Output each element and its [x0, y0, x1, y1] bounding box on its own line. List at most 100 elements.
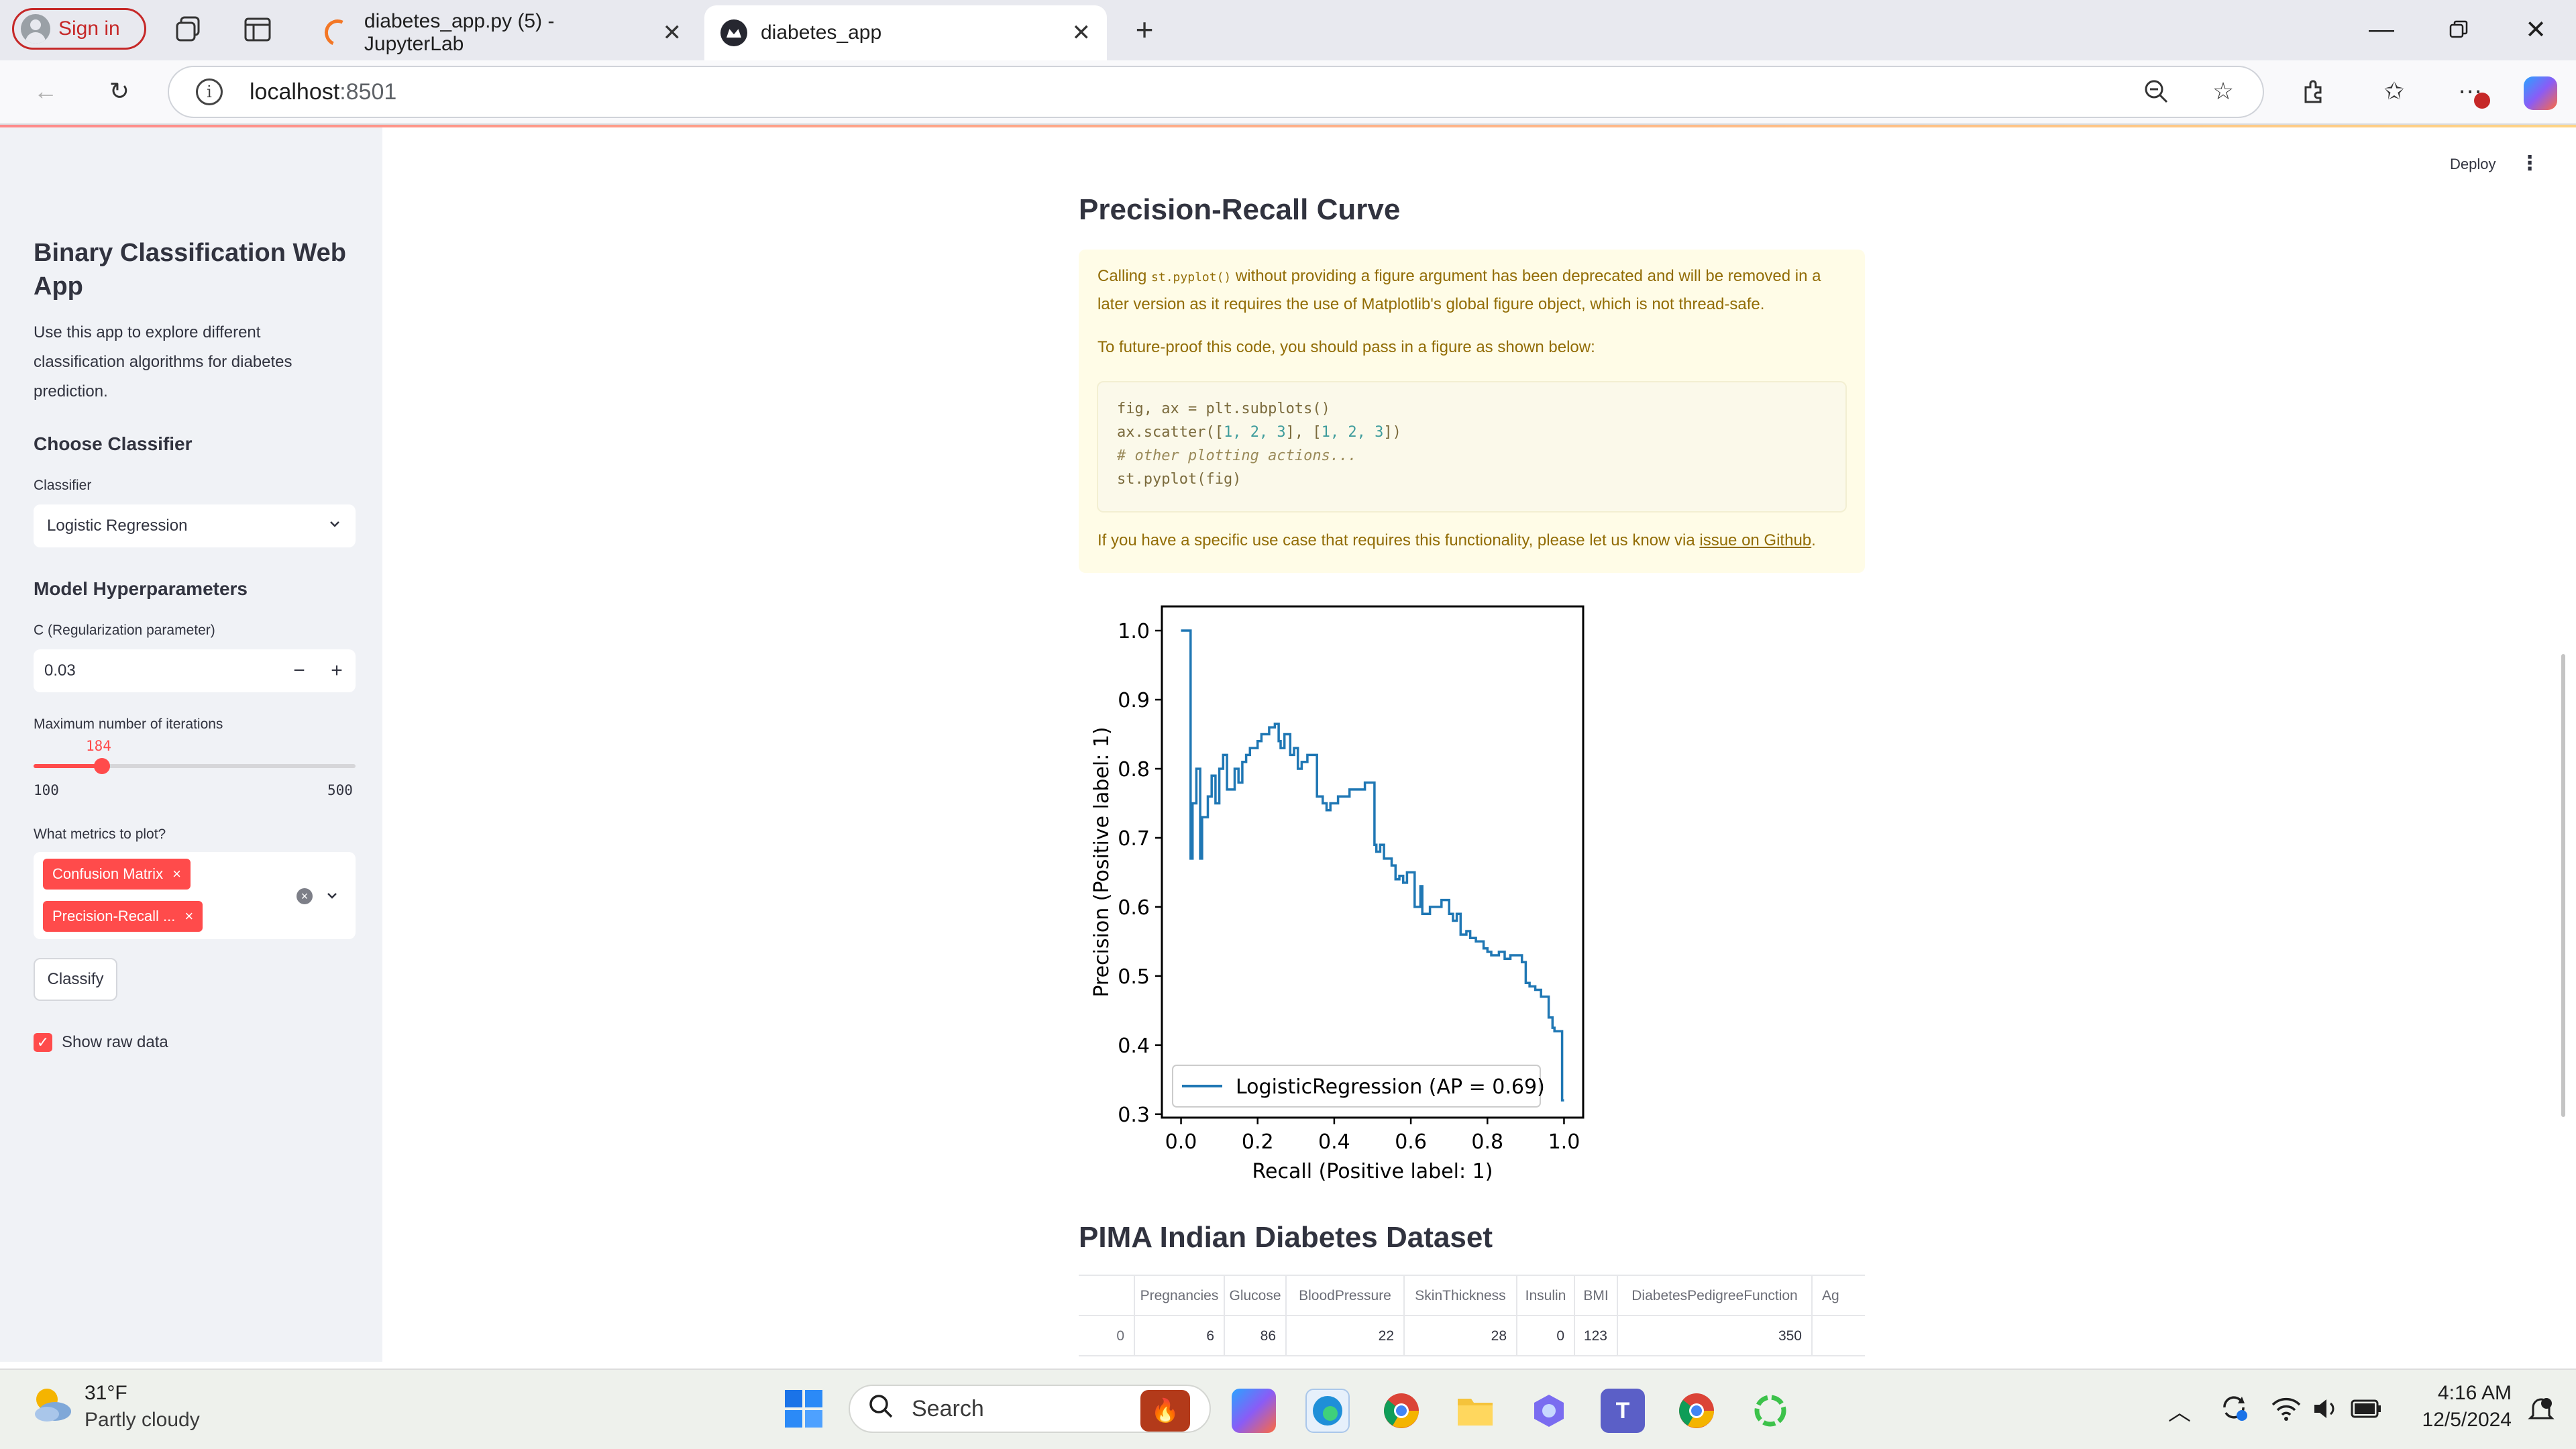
- metric-tag-confusion-matrix[interactable]: Confusion Matrix ×: [43, 859, 191, 890]
- table-cell[interactable]: 6: [1135, 1316, 1225, 1356]
- battery-icon[interactable]: [2351, 1397, 2383, 1424]
- close-icon[interactable]: ✕: [1072, 19, 1091, 46]
- minimize-icon[interactable]: —: [2355, 9, 2408, 50]
- raw-data-table[interactable]: Pregnancies Glucose BloodPressure SkinTh…: [1079, 1275, 1865, 1360]
- column-header[interactable]: BloodPressure: [1287, 1276, 1405, 1316]
- column-header[interactable]: Glucose: [1225, 1276, 1287, 1316]
- metric-tag-label: Confusion Matrix: [52, 865, 164, 882]
- url-text: localhost:8501: [250, 78, 397, 105]
- table-cell[interactable]: [1813, 1316, 1865, 1356]
- y-tick-label: 0.5: [1118, 965, 1150, 989]
- copilot-icon[interactable]: [2524, 76, 2557, 110]
- column-header[interactable]: BMI: [1575, 1276, 1618, 1316]
- classifier-select[interactable]: Logistic Regression: [34, 504, 356, 547]
- notification-badge-icon: [2474, 93, 2490, 109]
- sidebar-description: Use this app to explore different classi…: [34, 323, 292, 400]
- close-window-icon[interactable]: ✕: [2509, 9, 2563, 50]
- column-header[interactable]: [1079, 1276, 1135, 1316]
- tab-jupyterlab[interactable]: diabetes_app.py (5) - JupyterLab ✕: [309, 5, 698, 60]
- y-tick-label: 0.7: [1118, 827, 1150, 851]
- column-header[interactable]: SkinThickness: [1405, 1276, 1517, 1316]
- classify-button[interactable]: Classify: [34, 958, 117, 1001]
- increment-button[interactable]: +: [318, 659, 356, 682]
- c-param-value[interactable]: 0.03: [34, 661, 280, 680]
- column-header[interactable]: Ag: [1813, 1276, 1865, 1316]
- x-tick-label: 0.0: [1165, 1130, 1197, 1154]
- zoom-icon[interactable]: [2140, 75, 2172, 107]
- restore-icon[interactable]: [2432, 9, 2485, 50]
- site-info-icon[interactable]: i: [196, 78, 223, 105]
- remove-tag-icon[interactable]: ×: [184, 908, 193, 925]
- table-cell[interactable]: 22: [1287, 1316, 1405, 1356]
- clock-date[interactable]: 12/5/2024: [2402, 1409, 2512, 1432]
- decrement-button[interactable]: −: [280, 659, 318, 682]
- x-axis-label: Recall (Positive label: 1): [1252, 1160, 1493, 1183]
- clock-time[interactable]: 4:16 AM: [2410, 1382, 2512, 1405]
- weather-temp[interactable]: 31°F: [85, 1382, 127, 1405]
- code-line: st.pyplot(fig): [1117, 471, 1242, 488]
- wifi-icon[interactable]: [2271, 1395, 2301, 1426]
- chevron-down-icon: [327, 517, 342, 536]
- column-header[interactable]: Insulin: [1517, 1276, 1575, 1316]
- classifier-value: Logistic Regression: [47, 517, 188, 535]
- metrics-label: What metrics to plot?: [34, 826, 166, 842]
- close-icon[interactable]: ✕: [663, 19, 682, 46]
- tab-actions-icon[interactable]: [241, 13, 274, 46]
- start-windows-icon[interactable]: [784, 1389, 824, 1432]
- clear-all-icon[interactable]: ×: [297, 888, 313, 904]
- column-header[interactable]: DiabetesPedigreeFunction: [1618, 1276, 1813, 1316]
- notifications-icon[interactable]: [2528, 1395, 2555, 1428]
- favorites-icon[interactable]: ✩: [2378, 75, 2410, 107]
- choose-classifier-heading: Choose Classifier: [34, 433, 193, 454]
- refresh-icon[interactable]: ↻: [103, 75, 136, 107]
- favorite-star-icon[interactable]: ☆: [2207, 75, 2239, 107]
- weather-icon[interactable]: [27, 1381, 76, 1434]
- table-cell[interactable]: 350: [1618, 1316, 1813, 1356]
- back-icon[interactable]: ←: [30, 75, 62, 107]
- main-scrollbar[interactable]: [2561, 654, 2565, 1117]
- new-tab-icon[interactable]: +: [1128, 12, 1161, 47]
- table-row: 0 6 86 22 28 0 123 350: [1079, 1316, 1865, 1356]
- table-cell[interactable]: 123: [1575, 1316, 1618, 1356]
- file-explorer-icon[interactable]: [1453, 1389, 1497, 1433]
- sync-icon[interactable]: [2218, 1391, 2250, 1427]
- table-cell[interactable]: 28: [1405, 1316, 1517, 1356]
- sidebar: [0, 127, 382, 1362]
- deploy-button[interactable]: Deploy: [2450, 156, 2496, 173]
- tab-title: diabetes_app: [761, 21, 882, 44]
- github-issue-link[interactable]: issue on Github: [1699, 531, 1811, 549]
- slider-min: 100: [34, 782, 59, 798]
- chrome-app-icon[interactable]: [1379, 1389, 1424, 1433]
- metric-tag-precision-recall[interactable]: Precision-Recall ... ×: [43, 901, 203, 932]
- main-menu-icon[interactable]: ⋮: [2520, 152, 2540, 175]
- legend-label: LogisticRegression (AP = 0.69): [1236, 1075, 1545, 1099]
- c-param-label: C (Regularization parameter): [34, 623, 215, 638]
- teams-app-icon[interactable]: T: [1601, 1389, 1645, 1433]
- chevron-up-icon[interactable]: ︿: [2168, 1394, 2191, 1427]
- workspaces-icon[interactable]: [173, 13, 205, 46]
- jupyter-logo-icon: [321, 15, 355, 50]
- weather-desc[interactable]: Partly cloudy: [85, 1409, 200, 1432]
- remove-tag-icon[interactable]: ×: [172, 865, 181, 883]
- column-header[interactable]: Pregnancies: [1135, 1276, 1225, 1316]
- url-field[interactable]: i localhost:8501: [168, 66, 2264, 118]
- table-cell[interactable]: 86: [1225, 1316, 1287, 1356]
- edge-app-icon[interactable]: [1305, 1389, 1350, 1433]
- chrome-profile-app-icon[interactable]: [1674, 1389, 1719, 1433]
- c-param-input[interactable]: 0.03 − +: [34, 649, 356, 692]
- chevron-down-icon[interactable]: [325, 888, 339, 906]
- show-raw-data-checkbox[interactable]: ✓: [34, 1033, 52, 1052]
- sign-in-button[interactable]: Sign in: [12, 8, 146, 50]
- tab-diabetes-app[interactable]: diabetes_app ✕: [704, 5, 1107, 60]
- volume-icon[interactable]: [2312, 1395, 2341, 1426]
- copilot-workspace-icon[interactable]: [1527, 1389, 1571, 1433]
- max-iter-slider-handle[interactable]: [94, 758, 110, 774]
- search-highlight-icon[interactable]: 🔥: [1140, 1390, 1190, 1432]
- jupyter-app-icon[interactable]: [1748, 1389, 1792, 1433]
- x-tick-label: 0.8: [1471, 1130, 1503, 1154]
- extensions-icon[interactable]: [2298, 75, 2330, 107]
- y-tick-label: 0.6: [1118, 896, 1150, 920]
- table-cell[interactable]: 0: [1517, 1316, 1575, 1356]
- copilot-app-icon[interactable]: [1232, 1389, 1276, 1433]
- y-tick-label: 0.3: [1118, 1104, 1150, 1127]
